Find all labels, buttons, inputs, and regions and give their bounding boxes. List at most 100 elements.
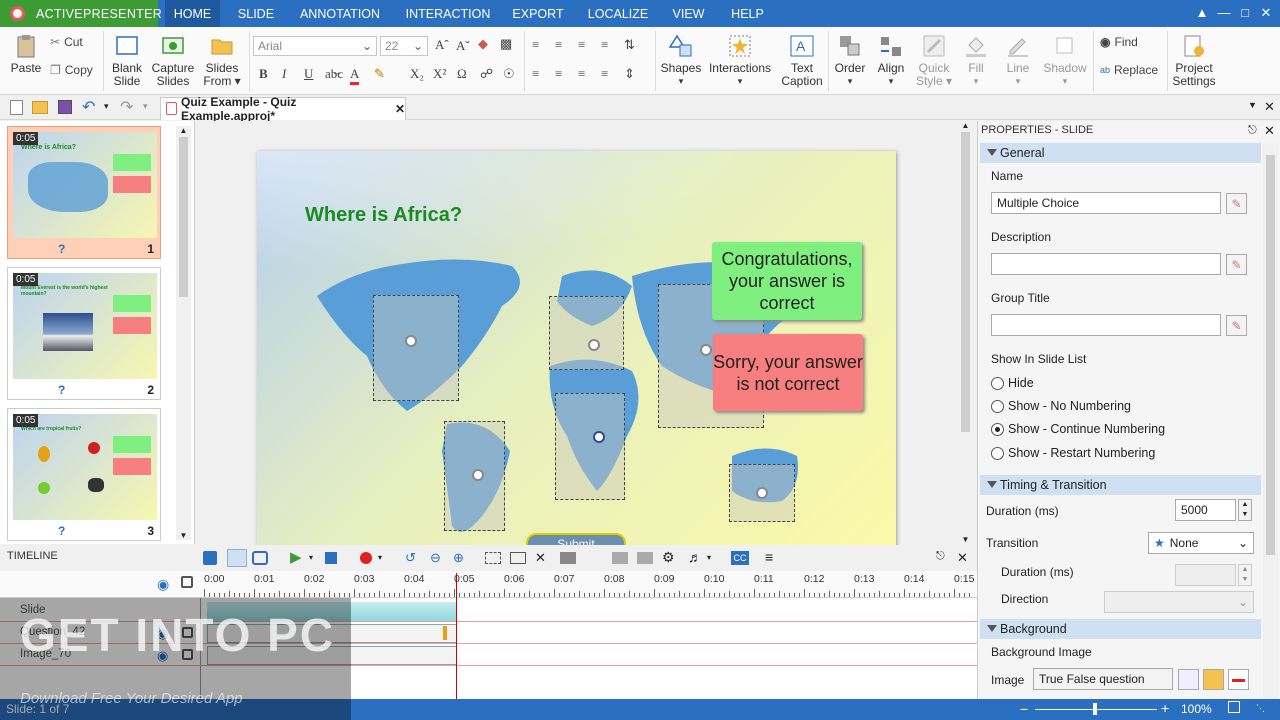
tab-annotation[interactable]: ANNOTATION — [292, 0, 388, 27]
hotspot-north-america[interactable] — [373, 295, 459, 401]
question-marker[interactable] — [443, 626, 447, 640]
visibility-icon[interactable]: ◉ — [157, 576, 169, 593]
paste-button[interactable]: Paste — [10, 33, 42, 75]
group-title-field[interactable] — [991, 314, 1221, 336]
lock-icon[interactable] — [181, 576, 193, 588]
close-icon[interactable]: ✕ — [1258, 5, 1274, 21]
radio-show-no-numbering[interactable]: Show - No Numbering — [991, 399, 1131, 413]
timeline-settings-icon[interactable]: ≡ — [765, 549, 773, 565]
timeline-snap-icon[interactable] — [227, 549, 247, 567]
hotspot-south-america[interactable] — [444, 421, 505, 531]
end-marker-line[interactable] — [456, 573, 457, 699]
slide-preview[interactable]: Where is Africa? Congratulations, your a… — [257, 151, 896, 551]
duration-field[interactable]: 5000 — [1175, 499, 1236, 521]
zoom-out-icon[interactable]: − — [1020, 701, 1028, 717]
line-spacing-icon[interactable]: ⇕ — [624, 66, 635, 82]
edit-name-icon[interactable]: ✎ — [1226, 193, 1247, 214]
direction-select[interactable]: ⌄ — [1104, 591, 1254, 613]
radio-show-continue-numbering[interactable]: Show - Continue Numbering — [991, 422, 1165, 436]
superscript-icon[interactable]: X² — [433, 66, 446, 82]
radio-hide[interactable]: Hide — [991, 376, 1034, 390]
fill-button[interactable]: Fill ▾ — [958, 33, 994, 88]
text-caption-button[interactable]: A Text Caption — [779, 33, 825, 88]
speed-icon[interactable]: ⚙ — [662, 549, 675, 566]
numbered-list-icon[interactable]: ≡ — [532, 37, 539, 53]
play-dropdown-icon[interactable]: ▾ — [309, 553, 313, 562]
add-image-icon[interactable] — [1203, 669, 1224, 690]
document-tab[interactable]: Quiz Example - Quiz Example.approj* ✕ — [160, 95, 406, 123]
properties-scrollbar[interactable] — [1263, 143, 1278, 699]
zoom-in-icon[interactable]: ⊕ — [453, 550, 464, 566]
font-color-icon[interactable]: A — [350, 66, 360, 85]
loop-icon[interactable] — [252, 551, 268, 565]
panel-menu-icon[interactable]: ▼ — [1248, 100, 1257, 110]
scroll-up-icon[interactable]: ▲ — [958, 121, 973, 130]
correct-feedback-box[interactable]: Congratulations, your answer is correct — [712, 242, 862, 320]
symbol-icon[interactable]: Ω — [457, 66, 467, 82]
audio-icon[interactable]: ♬ — [688, 549, 702, 565]
hotspot-europe[interactable] — [549, 296, 624, 370]
audio-dropdown-icon[interactable]: ▾ — [707, 553, 711, 562]
capture-slides-button[interactable]: Capture Slides — [150, 33, 196, 88]
line-button[interactable]: Line ▾ — [1000, 33, 1036, 88]
scroll-thumb[interactable] — [179, 137, 188, 297]
hotspot-africa[interactable] — [555, 393, 625, 500]
cut-button[interactable]: ✂ Cut — [50, 35, 83, 49]
transition-duration-field[interactable] — [1175, 564, 1236, 586]
duration-stepper[interactable]: ▲ ▼ — [1238, 499, 1252, 521]
transition-duration-stepper[interactable]: ▲ ▼ — [1238, 564, 1252, 586]
hyperlink-icon[interactable]: ☍ — [480, 66, 493, 82]
decrease-indent-icon[interactable]: ≡ — [578, 37, 585, 53]
pin-icon[interactable]: ⎋ — [1248, 124, 1257, 137]
record-icon[interactable] — [360, 552, 372, 564]
edit-description-icon[interactable]: ✎ — [1226, 254, 1247, 275]
slide-title[interactable]: Where is Africa? — [305, 204, 462, 227]
font-size-select[interactable]: 22 ⌄ — [380, 36, 428, 56]
collapse-ribbon-icon[interactable]: ▲ — [1194, 5, 1210, 20]
align-right-icon[interactable]: ≡ — [578, 66, 585, 82]
scroll-up-icon[interactable]: ▲ — [176, 126, 191, 135]
shapes-button[interactable]: Shapes ▾ — [660, 33, 702, 88]
zoom-slider-thumb[interactable] — [1093, 703, 1097, 715]
text-direction-icon[interactable]: ⇅ — [624, 37, 635, 53]
closed-caption-icon[interactable]: CC — [731, 551, 749, 565]
shadow-button[interactable]: Shadow ▾ — [1042, 33, 1088, 88]
close-document-icon[interactable]: ✕ — [1264, 99, 1275, 115]
scroll-down-icon[interactable]: ▼ — [958, 535, 973, 544]
format-painter-icon[interactable]: ▩ — [500, 36, 512, 52]
save-icon[interactable] — [58, 100, 72, 114]
insert-time-icon[interactable] — [612, 552, 628, 564]
underline-icon[interactable]: U — [304, 66, 313, 82]
align-button[interactable]: Align ▾ — [874, 33, 908, 88]
freeze-icon[interactable] — [637, 552, 653, 564]
strikethrough-icon[interactable]: ab̶c — [325, 66, 343, 82]
replace-button[interactable]: ab Replace — [1100, 63, 1158, 77]
slide-thumbnail[interactable]: Which are tropical fruits? 0:05 ? 3 — [7, 408, 161, 541]
crop-icon[interactable] — [560, 552, 576, 564]
name-field[interactable]: Multiple Choice — [991, 192, 1221, 214]
slide-list-scrollbar[interactable]: ▲ ▼ — [176, 126, 191, 540]
project-settings-button[interactable]: Project Settings — [1172, 33, 1216, 88]
record-dropdown-icon[interactable]: ▾ — [378, 553, 382, 562]
prev-icon[interactable]: ↺ — [405, 550, 416, 566]
increase-indent-icon[interactable]: ≡ — [601, 37, 608, 53]
scroll-thumb[interactable] — [1266, 155, 1275, 555]
new-file-icon[interactable] — [10, 100, 23, 115]
section-timing-transition[interactable]: Timing & Transition — [980, 475, 1261, 495]
undo-icon[interactable]: ↶ — [82, 97, 95, 117]
scroll-thumb[interactable] — [961, 132, 970, 432]
canvas-scrollbar[interactable]: ▲ ▼ — [958, 121, 973, 544]
align-left-icon[interactable]: ≡ — [532, 66, 539, 82]
maximize-icon[interactable]: □ — [1237, 5, 1253, 20]
radio-show-restart-numbering[interactable]: Show - Restart Numbering — [991, 446, 1155, 460]
tab-view[interactable]: VIEW — [666, 0, 711, 27]
slide-thumbnail[interactable]: Where is Africa? 0:05 ? 1 — [7, 126, 161, 259]
language-icon[interactable]: ☉ — [503, 66, 515, 82]
shrink-font-icon[interactable]: Aˇ — [456, 38, 470, 54]
zoom-out-icon[interactable]: ⊖ — [430, 550, 441, 566]
edit-group-title-icon[interactable]: ✎ — [1226, 315, 1247, 336]
hotspot-australia[interactable] — [729, 464, 795, 522]
play-icon[interactable]: ▶ — [290, 548, 302, 566]
pin-icon[interactable]: ⎋ — [936, 550, 945, 563]
redo-dropdown-icon[interactable]: ▾ — [143, 101, 148, 112]
